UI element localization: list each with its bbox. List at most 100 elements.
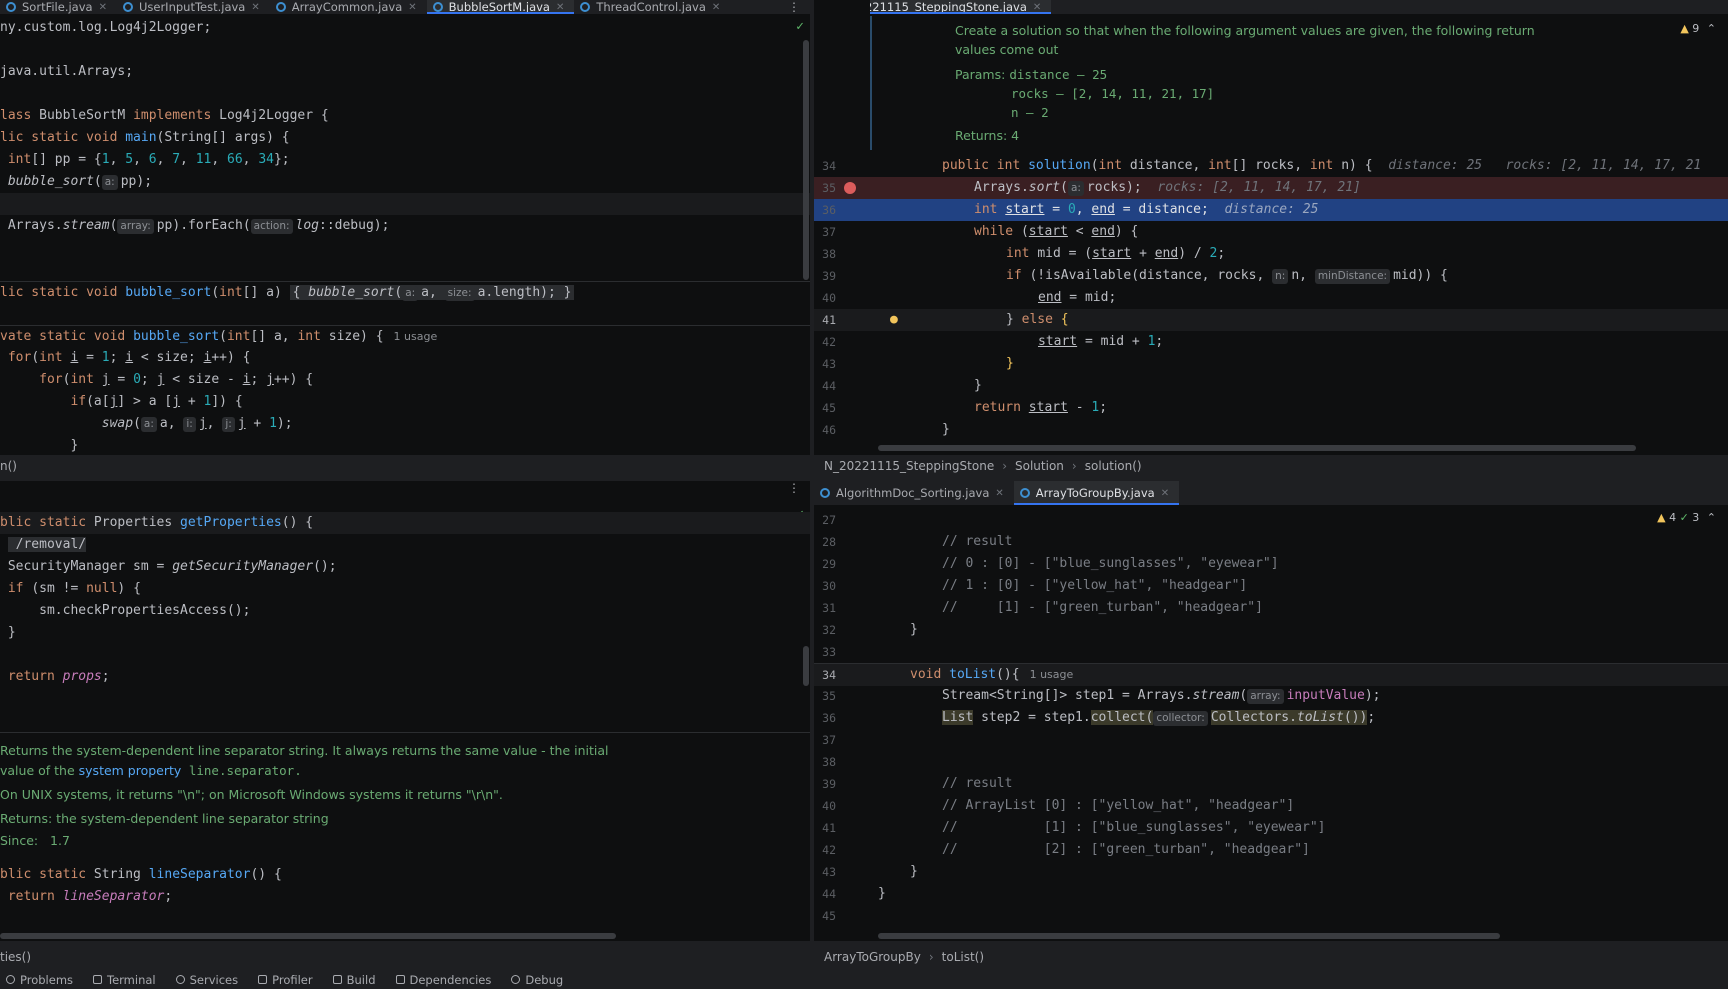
code-line: for(int j = 0; j < size - i; j++) { [0,372,314,387]
close-icon[interactable]: ✕ [556,2,564,13]
code-line: lic static void main(String[] args) { [0,130,290,145]
lightbulb-icon[interactable]: ● [890,309,898,331]
breadcrumb[interactable]: N_20221115_SteppingStone › Solution › soluti… [814,455,1728,477]
javadoc-link[interactable]: system property [79,763,182,778]
param-hint: action: [250,219,293,234]
tab-arraycommon[interactable]: ArrayCommon.java ✕ [270,0,427,14]
scrollbar[interactable] [803,40,809,280]
code-line: 45 return start - 1; [822,400,1108,415]
java-class-icon [122,2,133,12]
code-line: 39// result [822,776,1013,791]
tool-build[interactable]: Build [332,973,376,987]
close-icon[interactable]: ✕ [1161,488,1169,499]
usage-count: 1 usage [393,330,438,343]
tool-terminal[interactable]: Terminal [93,973,156,987]
code-line: 40// ArrayList [0] : ["yellow_hat", "hea… [822,798,1295,813]
close-icon[interactable]: ✕ [1033,2,1041,13]
editor-tabs-bottom-right: AlgorithmDoc_Sorting.java ✕ ArrayToGroupB… [814,481,1728,505]
code-line: 41// [1] : ["blue_sunglasses", "eyewear"… [822,820,1326,835]
close-icon[interactable]: ✕ [99,2,107,13]
tool-dependencies[interactable]: Dependencies [395,973,491,987]
tool-debug[interactable]: Debug [511,973,563,987]
tab-arraytogroupby[interactable]: ArrayToGroupBy.java ✕ [1013,481,1180,505]
tool-problems[interactable]: Problems [6,973,73,987]
divider [0,732,810,733]
tab-userinputtest[interactable]: UserInputTest.java ✕ [117,0,270,14]
code-line: bubble_sort(a: pp); [0,174,153,190]
close-icon[interactable]: ✕ [995,488,1003,499]
code-line: int[] pp = {1, 5, 6, 7, 11, 66, 34}; [7,152,290,167]
javadoc: Returns the system-dependent line separa… [0,743,609,848]
services-icon [175,975,185,984]
code-line: 38 [822,755,836,769]
editor-top-left: SortFile.java ✕ UserInputTest.java ✕ Array… [0,0,810,455]
code-line: blic static Properties getProperties() { [0,512,810,534]
code-line: /removal/ [7,537,87,552]
code-line: } [0,438,79,453]
code-line: vate static void bubble_sort(int[] a, in… [0,325,810,348]
code-line: return props; [0,669,110,684]
code-line: SecurityManager sm = getSecurityManager(… [0,559,337,574]
code-line: Arrays.stream(array: pp).forEach(action: l… [0,218,390,234]
code-line: if (sm != null) { [0,581,141,596]
java-class-icon [432,2,443,12]
tool-window-bar: Problems Terminal Services Profiler Buil… [0,970,1728,989]
scrollbar[interactable] [0,933,616,939]
code-line: java.util.Arrays; [0,64,134,79]
code-line: 42 start = mid + 1; [822,334,1164,349]
more-tabs-icon[interactable]: ⋮ [788,0,800,14]
code-line: 35 Stream<String[]> step1 = Arrays.stream… [822,688,1381,704]
more-tabs-icon[interactable]: ⋮ [788,481,800,495]
code-line: 42// [2] : ["green_turban", "headgear"] [822,842,1310,857]
code-line: 37 [822,733,836,747]
editor-bottom-left: ⋮ ✓ blic static Properties getProperties… [0,481,810,941]
java-class-icon [6,2,16,12]
scrollbar[interactable] [878,445,1636,451]
code-line: 43} [822,864,918,879]
java-class-icon [1019,488,1030,498]
java-class-icon [820,488,830,498]
current-line: 41 ●} else { [814,309,1728,331]
java-class-icon [275,2,286,12]
breadcrumb[interactable]: ties() [0,946,810,968]
code-line: 32} [822,622,918,637]
breakpoint-icon[interactable] [844,182,856,194]
close-icon[interactable]: ✕ [251,2,259,13]
code-line: 40 end = mid; [822,290,1117,305]
scrollbar[interactable] [878,933,1500,939]
tab-algorithmdoc-sorting[interactable]: AlgorithmDoc_Sorting.java ✕ [814,481,1014,505]
param-hint: a: [402,286,419,301]
close-icon[interactable]: ✕ [408,2,416,13]
tab-sortfile[interactable]: SortFile.java ✕ [0,0,117,14]
breadcrumb[interactable]: n() [0,455,810,477]
code-line: 44} [822,378,982,393]
param-hint: a: [140,417,157,432]
usage-count: 1 usage [1029,668,1074,681]
tab-bubblesortm[interactable]: BubbleSortM.java ✕ [426,0,575,14]
bug-icon [511,975,521,984]
code-line: 36 List step2 = step1.collect(collector: C… [822,710,1376,726]
scrollbar[interactable] [803,646,809,686]
code-line: 43} [822,356,1014,371]
hammer-icon [332,975,342,984]
code-line: sm.checkPropertiesAccess(); [0,603,251,618]
editor-top-right: N_20221115_SteppingStone.java ✕ ▲ 9 ⌃ Cre… [814,0,1728,455]
close-icon[interactable]: ✕ [712,2,720,13]
tab-threadcontrol[interactable]: ThreadControl.java ✕ [574,0,730,14]
code-line: 38 int mid = (start + end) / 2; [822,246,1226,261]
code-line: swap(a: a, i: j, j: j + 1); [0,416,293,432]
breadcrumb[interactable]: ArrayToGroupBy › toList() [814,946,1728,968]
code-line: lic static void bubble_sort(int[] a) { b… [0,281,810,304]
param-hint: j: [222,417,235,432]
code-line: 27 [822,513,836,527]
current-line: 34 void toList(){1 usage [814,663,1728,686]
code-line: 46} [822,422,950,437]
code-line: 37 while (start < end) { [822,224,1139,239]
breakpoint-line: 35 Arrays.sort(a: rocks); rocks: [2, 11, 1… [814,177,1728,199]
code-line: 39 if (!isAvailable(distance, rocks, n: n,… [822,268,1448,284]
tool-profiler[interactable]: Profiler [258,973,313,987]
tool-services[interactable]: Services [175,973,238,987]
code-line: 30// 1 : [0] - ["yellow_hat", "headgear"… [822,578,1248,593]
dependencies-icon [395,975,405,984]
code-line: for(int i = 1; i < size; i++) { [0,350,251,365]
